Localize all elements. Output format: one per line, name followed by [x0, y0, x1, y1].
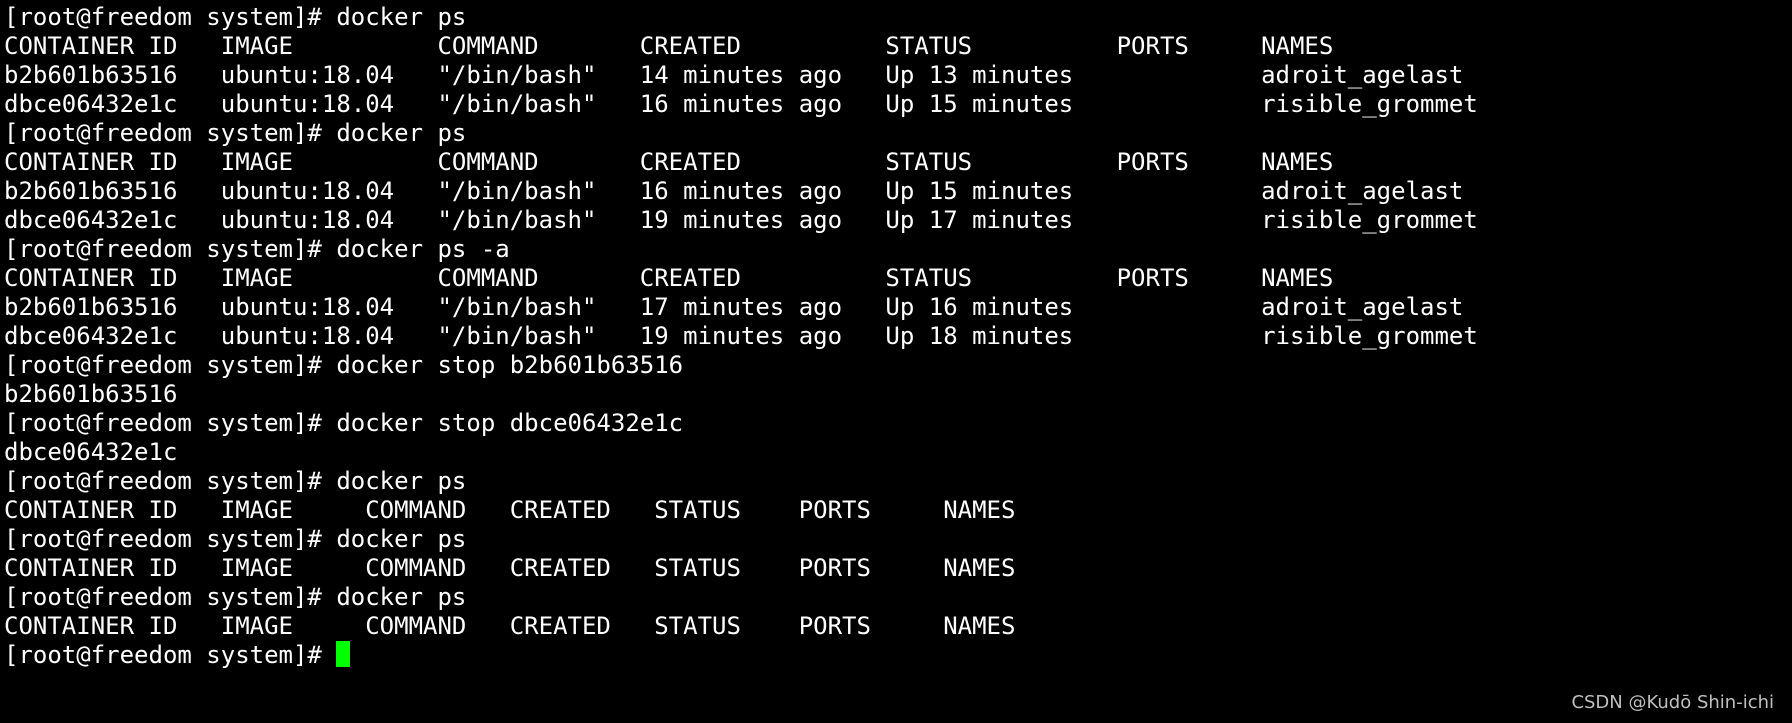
terminal-line: CONTAINER ID IMAGE COMMAND CREATED STATU…: [4, 496, 1016, 524]
terminal-line: CONTAINER ID IMAGE COMMAND CREATED STATU…: [4, 554, 1016, 582]
terminal-line: [root@freedom system]# docker ps: [4, 583, 467, 611]
terminal-line: CONTAINER ID IMAGE COMMAND CREATED STATU…: [4, 612, 1016, 640]
terminal-line: [root@freedom system]# docker ps: [4, 467, 467, 495]
prompt-line[interactable]: [root@freedom system]#: [4, 641, 1792, 670]
terminal-line: dbce06432e1c: [4, 438, 178, 466]
terminal-line: [root@freedom system]# docker ps: [4, 525, 467, 553]
terminal-line: [root@freedom system]# docker ps: [4, 119, 467, 147]
terminal-line: b2b601b63516 ubuntu:18.04 "/bin/bash" 16…: [4, 177, 1464, 205]
terminal-line: dbce06432e1c ubuntu:18.04 "/bin/bash" 19…: [4, 206, 1478, 234]
cursor-block-icon: [336, 641, 351, 667]
terminal-line: [root@freedom system]# docker stop dbce0…: [4, 409, 684, 437]
terminal-line: CONTAINER ID IMAGE COMMAND CREATED STATU…: [4, 32, 1334, 60]
terminal-line: dbce06432e1c ubuntu:18.04 "/bin/bash" 19…: [4, 322, 1478, 350]
terminal-line: [root@freedom system]# docker ps -a: [4, 235, 510, 263]
terminal-line: CONTAINER ID IMAGE COMMAND CREATED STATU…: [4, 148, 1334, 176]
terminal-line: [root@freedom system]# docker ps: [4, 3, 467, 31]
terminal-line: [root@freedom system]# docker stop b2b60…: [4, 351, 684, 379]
terminal-line: CONTAINER ID IMAGE COMMAND CREATED STATU…: [4, 264, 1334, 292]
terminal-line: b2b601b63516 ubuntu:18.04 "/bin/bash" 14…: [4, 61, 1464, 89]
watermark: CSDN @Kudō Shin-ichi: [1571, 692, 1774, 713]
prompt-text: [root@freedom system]#: [4, 641, 337, 669]
terminal-line: b2b601b63516 ubuntu:18.04 "/bin/bash" 17…: [4, 293, 1464, 321]
terminal-line: b2b601b63516: [4, 380, 178, 408]
terminal-line: dbce06432e1c ubuntu:18.04 "/bin/bash" 16…: [4, 90, 1478, 118]
terminal-window[interactable]: [root@freedom system]# docker ps CONTAIN…: [0, 0, 1792, 723]
